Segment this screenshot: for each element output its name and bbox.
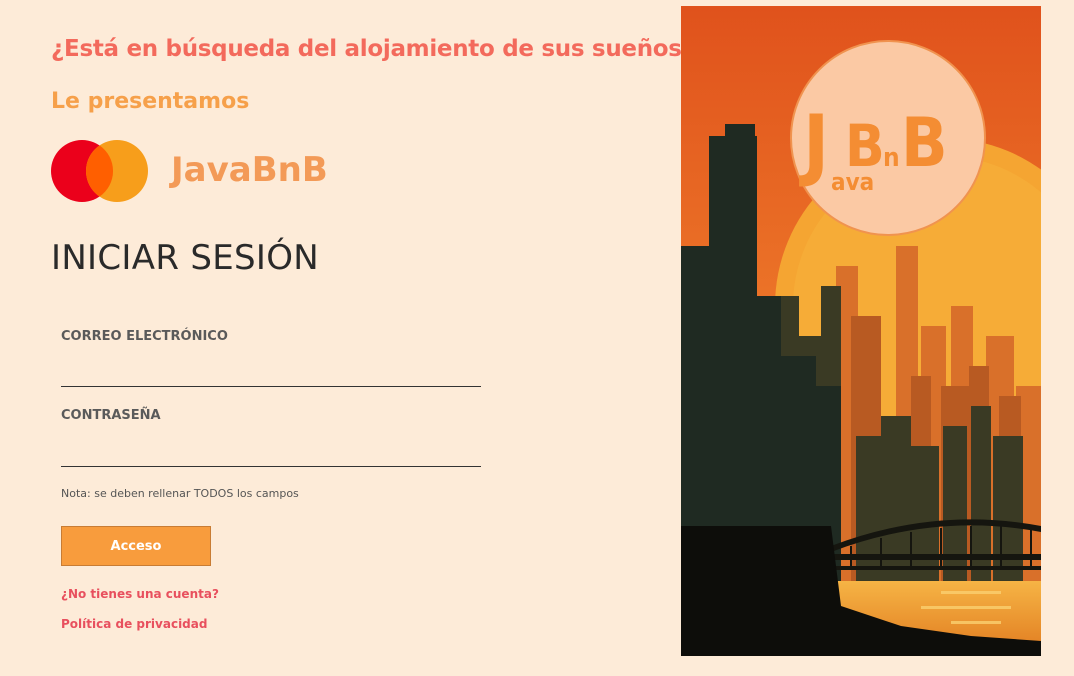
email-label: CORREO ELECTRÓNICO xyxy=(61,329,228,344)
email-field[interactable] xyxy=(61,361,481,387)
login-title: INICIAR SESIÓN xyxy=(51,238,320,278)
page-headline: ¿Está en búsqueda del alojamiento de sus… xyxy=(51,36,695,62)
login-panel: ¿Está en búsqueda del alojamiento de sus… xyxy=(0,0,695,676)
brand: JavaBnB xyxy=(51,140,371,202)
signup-link[interactable]: ¿No tienes una cuenta? xyxy=(61,587,219,601)
required-fields-note: Nota: se deben rellenar TODOS los campos xyxy=(61,487,299,500)
access-button[interactable]: Acceso xyxy=(61,526,211,566)
svg-text:B: B xyxy=(901,104,948,183)
password-field[interactable] xyxy=(61,441,481,467)
hero-image: J B n B ava xyxy=(681,6,1041,656)
svg-text:ava: ava xyxy=(831,168,874,196)
password-label: CONTRASEÑA xyxy=(61,408,161,423)
hero-badge-text: J xyxy=(799,100,829,190)
two-overlapping-circles-icon xyxy=(51,140,148,202)
city-skyline-sunset-illustration: J B n B ava xyxy=(681,6,1041,656)
svg-text:n: n xyxy=(883,143,900,173)
page-subhead: Le presentamos xyxy=(51,89,250,114)
privacy-policy-link[interactable]: Política de privacidad xyxy=(61,617,207,631)
brand-name: JavaBnB xyxy=(171,150,328,190)
